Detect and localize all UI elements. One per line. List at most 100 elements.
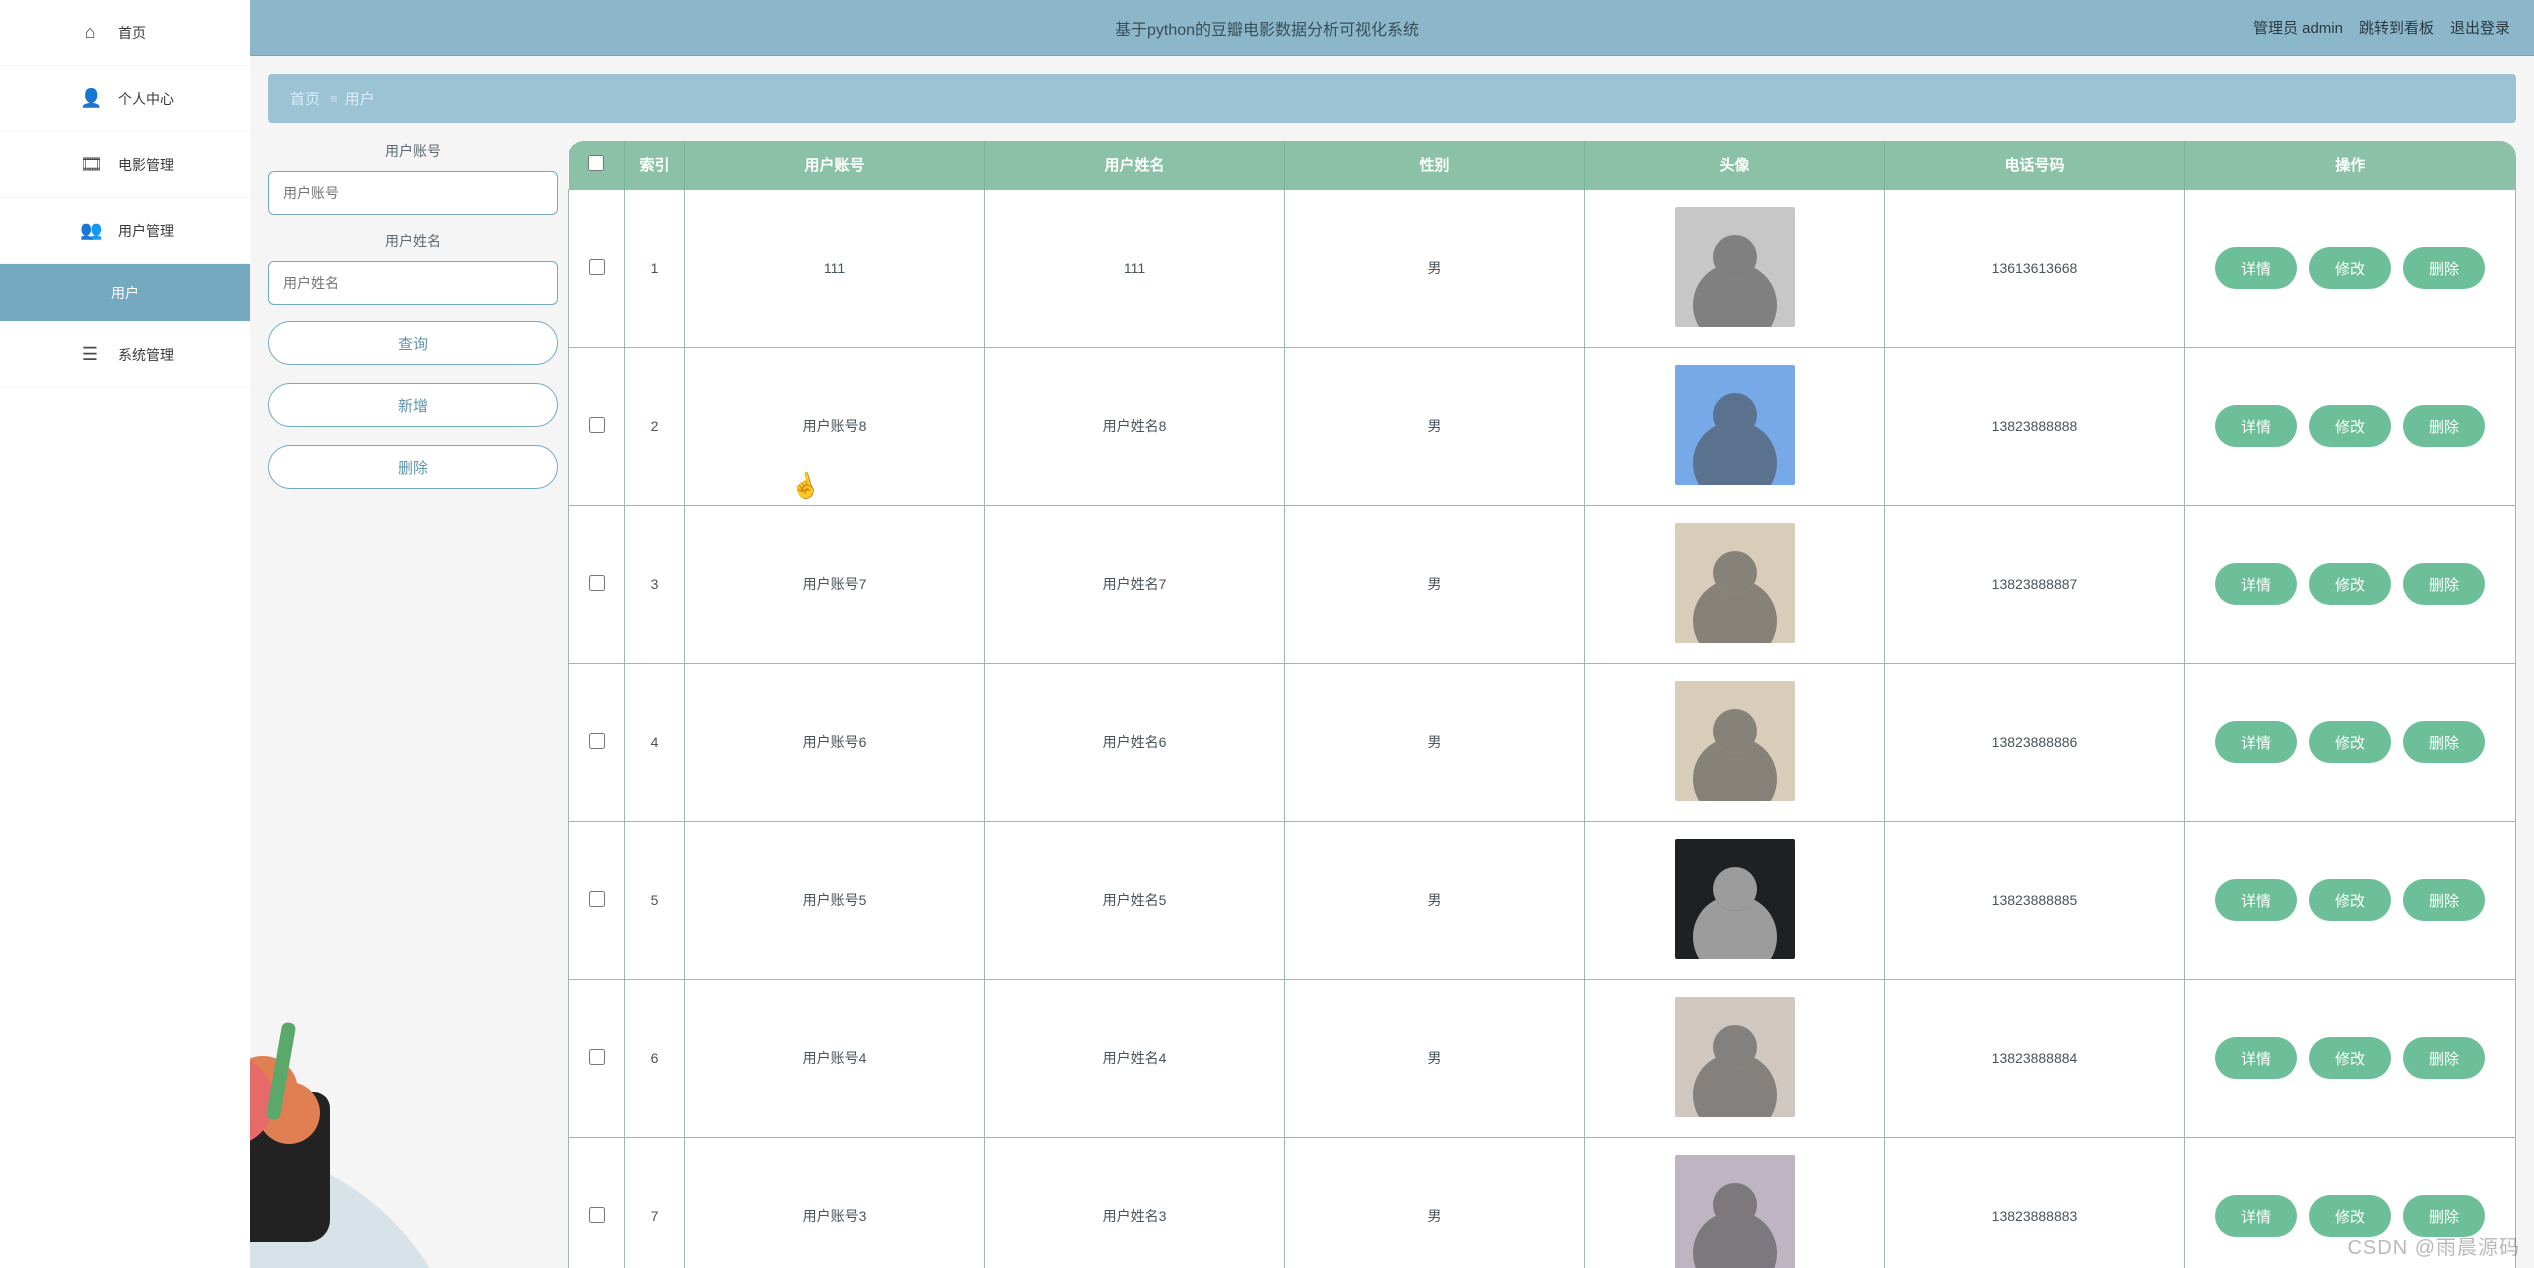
cell-avatar — [1585, 189, 1885, 347]
breadcrumb: 首页 ≡ 用户 — [268, 74, 2516, 123]
cell-gender: 男 — [1285, 979, 1585, 1137]
sidebar-item-user-sub[interactable]: 用户 — [0, 264, 250, 322]
edit-button[interactable]: 修改 — [2309, 1037, 2391, 1079]
avatar — [1675, 1155, 1795, 1268]
sidebar-item-label: 用户 — [111, 283, 139, 303]
sidebar-item-label: 个人中心 — [118, 89, 174, 109]
cell-account: 111 — [685, 189, 985, 347]
cell-name: 111 — [985, 189, 1285, 347]
cell-phone: 13613613668 — [1885, 189, 2185, 347]
row-checkbox[interactable] — [589, 575, 605, 591]
breadcrumb-current: 用户 — [345, 88, 375, 109]
goto-dashboard-link[interactable]: 跳转到看板 — [2359, 17, 2434, 38]
detail-button[interactable]: 详情 — [2215, 1037, 2297, 1079]
row-delete-button[interactable]: 删除 — [2403, 247, 2485, 289]
avatar — [1675, 681, 1795, 801]
select-all-checkbox[interactable] — [588, 155, 604, 171]
edit-button[interactable]: 修改 — [2309, 721, 2391, 763]
row-checkbox[interactable] — [589, 259, 605, 275]
edit-button[interactable]: 修改 — [2309, 879, 2391, 921]
avatar — [1675, 365, 1795, 485]
row-checkbox[interactable] — [589, 1207, 605, 1223]
detail-button[interactable]: 详情 — [2215, 1195, 2297, 1237]
table-row: 1111111男13613613668详情修改删除 — [569, 189, 2516, 347]
edit-button[interactable]: 修改 — [2309, 1195, 2391, 1237]
cell-ops: 详情修改删除 — [2185, 663, 2516, 821]
admin-label[interactable]: 管理员 admin — [2253, 17, 2343, 38]
sidebar-item-movies[interactable]: 🎞 电影管理 — [0, 132, 250, 198]
cell-account: 用户账号5 — [685, 821, 985, 979]
table-row: 3用户账号7用户姓名7男13823888887详情修改删除 — [569, 505, 2516, 663]
cell-index: 3 — [625, 505, 685, 663]
table-row: 4用户账号6用户姓名6男13823888886详情修改删除 — [569, 663, 2516, 821]
detail-button[interactable]: 详情 — [2215, 405, 2297, 447]
cell-phone: 13823888888 — [1885, 347, 2185, 505]
user-table-wrap: 索引 用户账号 用户姓名 性别 头像 电话号码 操作 1111111男13613… — [568, 141, 2516, 1268]
detail-button[interactable]: 详情 — [2215, 563, 2297, 605]
filter-account-input[interactable] — [268, 171, 558, 215]
cell-name: 用户姓名3 — [985, 1137, 1285, 1268]
sidebar-item-users[interactable]: 👥 用户管理 — [0, 198, 250, 264]
cell-account: 用户账号3 — [685, 1137, 985, 1268]
delete-button[interactable]: 删除 — [268, 445, 558, 489]
row-checkbox[interactable] — [589, 417, 605, 433]
filter-panel: 用户账号 用户姓名 查询 新增 删除 — [268, 141, 568, 1268]
users-icon: 👥 — [80, 220, 100, 241]
cell-index: 4 — [625, 663, 685, 821]
cell-index: 1 — [625, 189, 685, 347]
breadcrumb-sep-icon: ≡ — [330, 91, 335, 106]
row-delete-button[interactable]: 删除 — [2403, 721, 2485, 763]
cell-name: 用户姓名6 — [985, 663, 1285, 821]
avatar — [1675, 523, 1795, 643]
row-delete-button[interactable]: 删除 — [2403, 1195, 2485, 1237]
row-delete-button[interactable]: 删除 — [2403, 1037, 2485, 1079]
row-delete-button[interactable]: 删除 — [2403, 879, 2485, 921]
avatar — [1675, 997, 1795, 1117]
cell-name: 用户姓名8 — [985, 347, 1285, 505]
table-row: 7用户账号3用户姓名3男13823888883详情修改删除 — [569, 1137, 2516, 1268]
row-delete-button[interactable]: 删除 — [2403, 405, 2485, 447]
system-icon: ☰ — [80, 344, 100, 365]
cell-gender: 男 — [1285, 505, 1585, 663]
sidebar-item-label: 用户管理 — [118, 221, 174, 241]
row-delete-button[interactable]: 删除 — [2403, 563, 2485, 605]
search-button[interactable]: 查询 — [268, 321, 558, 365]
cell-phone: 13823888883 — [1885, 1137, 2185, 1268]
user-table: 索引 用户账号 用户姓名 性别 头像 电话号码 操作 1111111男13613… — [568, 141, 2516, 1268]
filter-name-input[interactable] — [268, 261, 558, 305]
home-icon: ⌂ — [80, 22, 100, 43]
sidebar-item-system[interactable]: ☰ 系统管理 — [0, 322, 250, 388]
cell-index: 5 — [625, 821, 685, 979]
sidebar-item-home[interactable]: ⌂ 首页 — [0, 0, 250, 66]
add-button[interactable]: 新增 — [268, 383, 558, 427]
detail-button[interactable]: 详情 — [2215, 247, 2297, 289]
cell-avatar — [1585, 663, 1885, 821]
row-checkbox[interactable] — [589, 1049, 605, 1065]
sidebar-item-profile[interactable]: 👤 个人中心 — [0, 66, 250, 132]
header-name: 用户姓名 — [985, 141, 1285, 189]
logout-link[interactable]: 退出登录 — [2450, 17, 2510, 38]
row-checkbox[interactable] — [589, 891, 605, 907]
cell-avatar — [1585, 505, 1885, 663]
cell-name: 用户姓名5 — [985, 821, 1285, 979]
row-checkbox[interactable] — [589, 733, 605, 749]
filter-account-label: 用户账号 — [268, 141, 558, 161]
detail-button[interactable]: 详情 — [2215, 721, 2297, 763]
header-account: 用户账号 — [685, 141, 985, 189]
edit-button[interactable]: 修改 — [2309, 247, 2391, 289]
breadcrumb-home[interactable]: 首页 — [290, 88, 320, 109]
cell-phone: 13823888885 — [1885, 821, 2185, 979]
header-checkbox-cell[interactable] — [569, 141, 625, 189]
table-row: 2用户账号8用户姓名8男13823888888详情修改删除 — [569, 347, 2516, 505]
header-avatar: 头像 — [1585, 141, 1885, 189]
cell-gender: 男 — [1285, 189, 1585, 347]
cell-name: 用户姓名4 — [985, 979, 1285, 1137]
table-row: 5用户账号5用户姓名5男 13823888885 详情修改删除 — [569, 821, 2516, 979]
cell-gender: 男 — [1285, 821, 1585, 979]
movie-icon: 🎞 — [80, 154, 100, 175]
table-row: 6用户账号4用户姓名4男13823888884详情修改删除 — [569, 979, 2516, 1137]
edit-button[interactable]: 修改 — [2309, 405, 2391, 447]
edit-button[interactable]: 修改 — [2309, 563, 2391, 605]
cell-phone: 13823888884 — [1885, 979, 2185, 1137]
detail-button[interactable]: 详情 — [2215, 879, 2297, 921]
